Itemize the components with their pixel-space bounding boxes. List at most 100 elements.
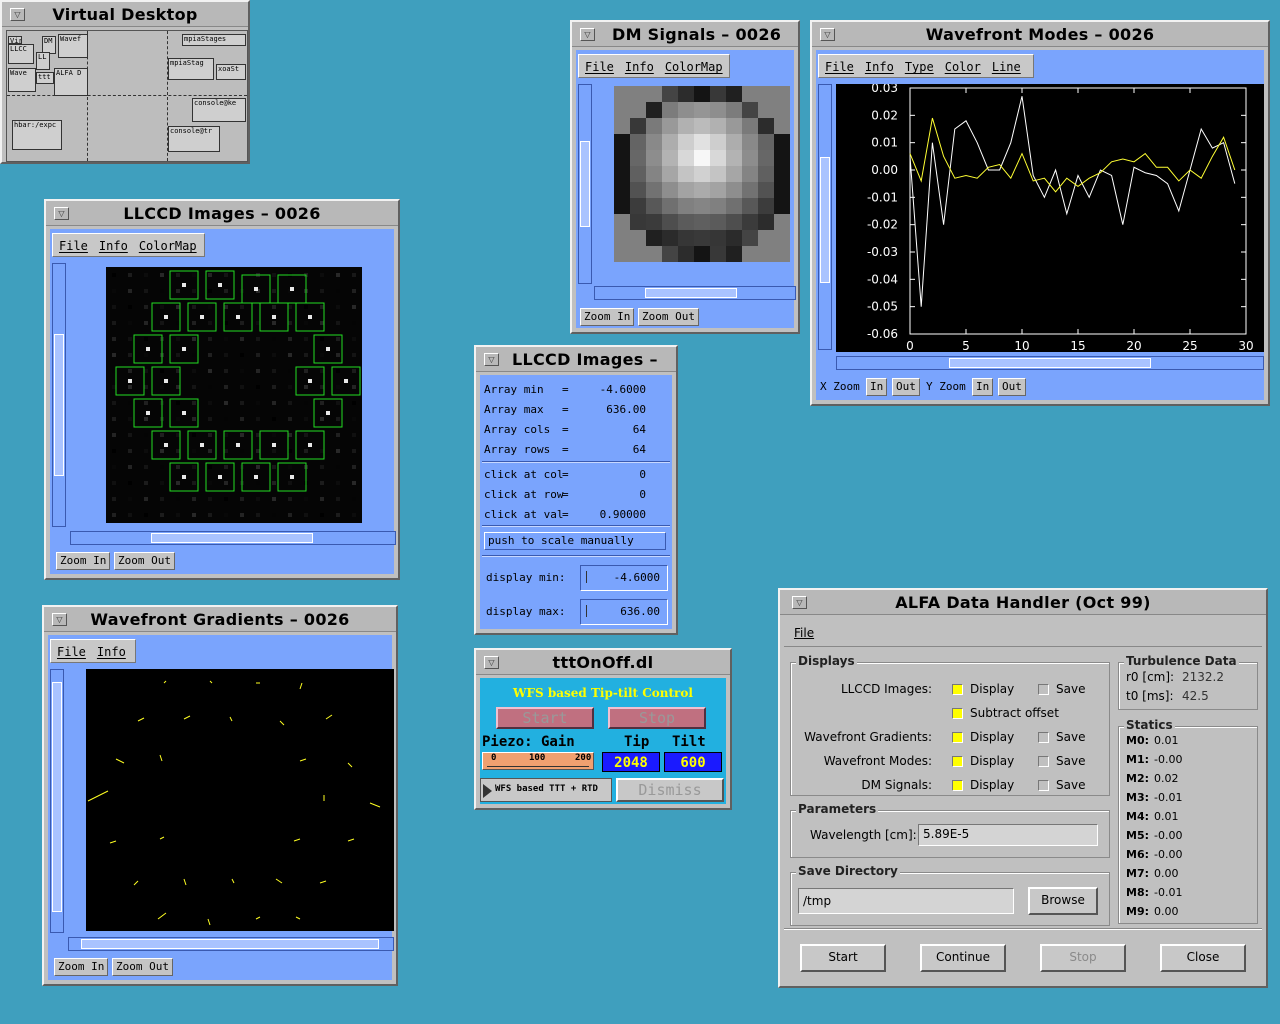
dismiss-button[interactable]: Dismiss: [616, 778, 724, 802]
wavefront-modes-window[interactable]: ▽ Wavefront Modes – 0026 File Info Type Col…: [810, 20, 1270, 406]
display-checkbox[interactable]: [952, 756, 963, 767]
wavefront-modes-chart[interactable]: 0.03 0.02 0.01 0.00 -0.01 -0.02 -0.03 -0.04 -0.0…: [836, 84, 1264, 352]
gradients-vscrollbar[interactable]: [50, 669, 64, 933]
menu-file[interactable]: File: [59, 239, 88, 253]
dm-hscrollbar[interactable]: [594, 286, 796, 300]
llccd-image[interactable]: [106, 267, 362, 523]
subtract-offset-checkbox[interactable]: [952, 708, 963, 719]
menu-color[interactable]: Color: [945, 60, 981, 74]
pager-window-thumb[interactable]: Vir: [8, 36, 22, 44]
pager-window-thumb[interactable]: console@ke: [192, 98, 246, 122]
window-menu-icon[interactable]: ▽: [484, 353, 499, 366]
zoom-in-button[interactable]: Zoom In: [580, 308, 635, 326]
llccd-titlebar[interactable]: ▽ LLCCD Images – 0026: [46, 201, 398, 226]
menu-file[interactable]: File: [585, 60, 614, 74]
llccd-info-window[interactable]: ▽ LLCCD Images – Array min = -4.6000 Array …: [474, 345, 678, 635]
scroll-thumb[interactable]: [645, 288, 737, 298]
dm-signals-window[interactable]: ▽ DM Signals – 0026 File Info ColorMap Zoo…: [570, 20, 800, 334]
save-checkbox[interactable]: [1038, 756, 1049, 767]
pager-window-thumb[interactable]: Wavef: [58, 34, 88, 58]
llccd-images-window[interactable]: ▽ LLCCD Images – 0026 File Info ColorMap Z…: [44, 199, 400, 580]
dm-titlebar[interactable]: ▽ DM Signals – 0026: [572, 22, 798, 47]
alfa-titlebar[interactable]: ▽ ALFA Data Handler (Oct 99): [780, 590, 1266, 615]
x-zoom-in-button[interactable]: In: [866, 378, 888, 396]
dm-signals-image[interactable]: [614, 86, 790, 262]
ttt-stop-button[interactable]: Stop: [608, 707, 706, 729]
window-menu-icon[interactable]: ▽: [580, 28, 595, 41]
ttt-titlebar[interactable]: ▽ tttOnOff.dl: [476, 650, 730, 675]
pager-window-thumb[interactable]: mpiaStages: [182, 34, 246, 46]
llccd-vscrollbar[interactable]: [52, 263, 66, 527]
ttt-onoff-window[interactable]: ▽ tttOnOff.dl WFS based Tip-tilt Control…: [474, 648, 732, 810]
modes-hscrollbar[interactable]: [836, 356, 1264, 370]
browse-button[interactable]: Browse: [1028, 887, 1098, 915]
continue-button[interactable]: Continue: [920, 944, 1006, 972]
ttt-rtd-toggle[interactable]: WFS based TTT + RTD: [480, 778, 612, 802]
gradients-titlebar[interactable]: ▽ Wavefront Gradients – 0026: [44, 607, 396, 632]
ccd-pixel: [224, 305, 228, 309]
llccd-hscrollbar[interactable]: [70, 531, 396, 545]
pager-window-thumb[interactable]: xoaSt: [216, 64, 246, 80]
y-zoom-in-button[interactable]: In: [972, 378, 994, 396]
modes-titlebar[interactable]: ▽ Wavefront Modes – 0026: [812, 22, 1268, 47]
scroll-thumb[interactable]: [949, 358, 1151, 368]
menu-colormap[interactable]: ColorMap: [665, 60, 723, 74]
scroll-thumb[interactable]: [151, 533, 313, 543]
menu-file[interactable]: File: [794, 626, 814, 640]
pager-window-thumb[interactable]: LL: [36, 52, 50, 70]
actuator-cell: [662, 102, 678, 118]
stop-button[interactable]: Stop: [1040, 944, 1126, 972]
modes-vscrollbar[interactable]: [818, 84, 832, 350]
alfa-data-handler-window[interactable]: ▽ ALFA Data Handler (Oct 99) File Displa…: [778, 588, 1268, 988]
virtual-desktop-window[interactable]: ▽ Virtual Desktop Vir LLCC DM Wavef LL ttt Wav…: [0, 0, 250, 164]
menu-info[interactable]: Info: [99, 239, 128, 253]
pager-window-thumb[interactable]: Wave: [8, 68, 36, 92]
close-button[interactable]: Close: [1160, 944, 1246, 972]
menu-info[interactable]: Info: [865, 60, 894, 74]
pager-window-thumb[interactable]: ALFA D: [54, 68, 88, 96]
zoom-in-button[interactable]: Zoom In: [54, 958, 109, 976]
gain-slider[interactable]: 0 100 200: [482, 752, 594, 770]
menu-file[interactable]: File: [825, 60, 854, 74]
scale-manually-button[interactable]: push to scale manually: [484, 532, 666, 550]
pager-window-thumb[interactable]: hbar:/expc: [12, 120, 62, 150]
display-checkbox[interactable]: [952, 732, 963, 743]
zoom-out-button[interactable]: Zoom Out: [638, 308, 699, 326]
pager-window-thumb[interactable]: ttt: [36, 72, 54, 84]
zoom-out-button[interactable]: Zoom Out: [114, 552, 175, 570]
ccd-pixel: [336, 465, 340, 469]
scroll-thumb[interactable]: [81, 939, 379, 949]
save-checkbox[interactable]: [1038, 684, 1049, 695]
menu-info[interactable]: Info: [625, 60, 654, 74]
save-checkbox[interactable]: [1038, 732, 1049, 743]
display-checkbox[interactable]: [952, 780, 963, 791]
y-zoom-out-button[interactable]: Out: [998, 378, 1026, 396]
display-checkbox[interactable]: [952, 684, 963, 695]
x-zoom-out-button[interactable]: Out: [892, 378, 920, 396]
menu-file[interactable]: File: [57, 645, 86, 659]
dm-vscrollbar[interactable]: [578, 84, 592, 284]
gradients-hscrollbar[interactable]: [68, 937, 394, 951]
scroll-thumb[interactable]: [52, 682, 62, 912]
llccd-info-titlebar[interactable]: ▽ LLCCD Images –: [476, 347, 676, 372]
scroll-thumb[interactable]: [54, 334, 64, 476]
pager-window-thumb[interactable]: console@tr: [168, 126, 220, 152]
menu-type[interactable]: Type: [905, 60, 934, 74]
pager-window-thumb[interactable]: LLCC: [8, 44, 34, 64]
scroll-thumb[interactable]: [580, 141, 590, 227]
scroll-thumb[interactable]: [820, 157, 830, 283]
menu-colormap[interactable]: ColorMap: [139, 239, 197, 253]
zoom-out-button[interactable]: Zoom Out: [112, 958, 173, 976]
virtual-desktop-titlebar[interactable]: ▽ Virtual Desktop: [2, 2, 248, 27]
menu-line[interactable]: Line: [992, 60, 1021, 74]
gradients-plot[interactable]: [86, 669, 394, 931]
wavelength-input[interactable]: 5.89E-5: [918, 824, 1098, 846]
ttt-start-button[interactable]: Start: [496, 707, 594, 729]
menu-info[interactable]: Info: [97, 645, 126, 659]
save-directory-input[interactable]: /tmp: [798, 888, 1014, 914]
save-checkbox[interactable]: [1038, 780, 1049, 791]
pager-window-thumb[interactable]: mpiaStag: [168, 58, 214, 80]
zoom-in-button[interactable]: Zoom In: [56, 552, 111, 570]
start-button[interactable]: Start: [800, 944, 886, 972]
wavefront-gradients-window[interactable]: ▽ Wavefront Gradients – 0026 File Info Zo…: [42, 605, 398, 986]
